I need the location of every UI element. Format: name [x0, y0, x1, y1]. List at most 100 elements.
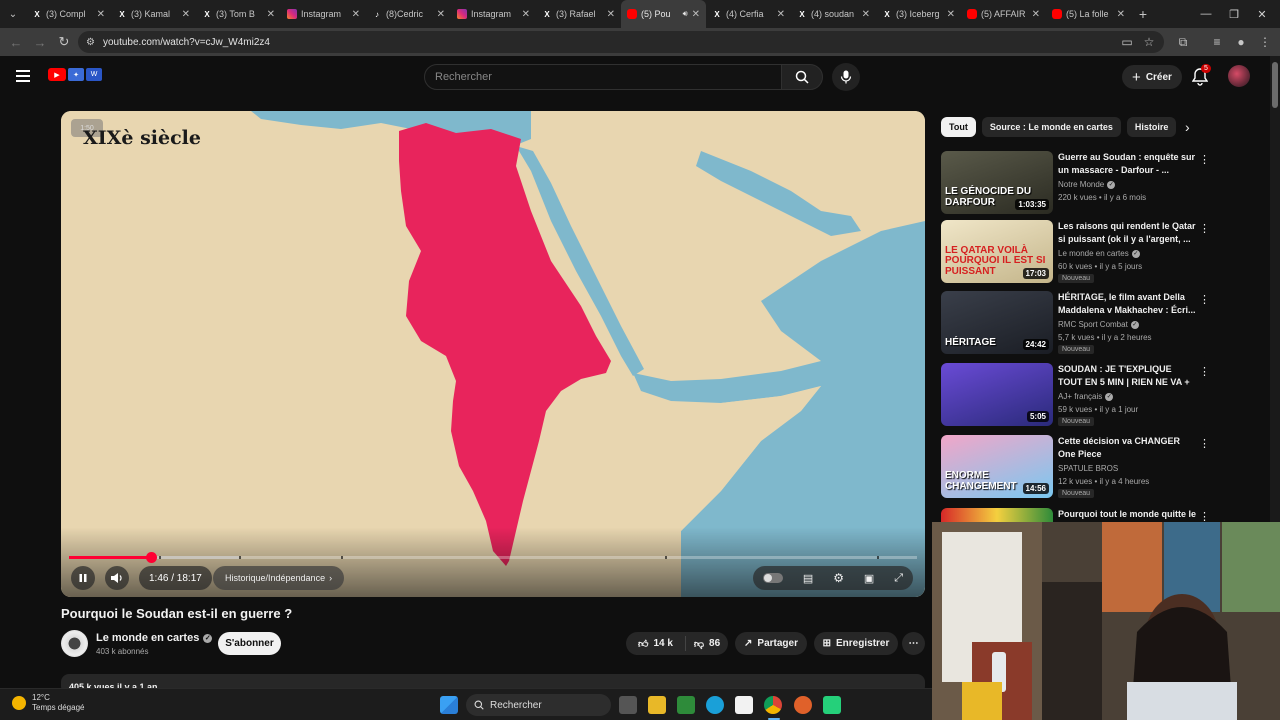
video-thumbnail[interactable]: 5:05	[941, 363, 1053, 426]
settings-gear-icon[interactable]: ⚙	[833, 571, 844, 585]
filter-chip[interactable]: Source : Le monde en cartes	[981, 117, 1121, 137]
menu-icon[interactable]	[16, 70, 30, 85]
windows-start-icon[interactable]	[440, 696, 458, 714]
chevron-right-icon[interactable]: ›	[1185, 119, 1190, 135]
scrubber-handle[interactable]	[146, 552, 157, 563]
recommendation-item[interactable]: ENORME CHANGEMENT 14:56 Cette décision va …	[941, 435, 1211, 499]
share-button[interactable]: ↗ Partager	[735, 632, 807, 655]
close-tab-icon[interactable]: ✕	[522, 9, 530, 20]
browser-tab[interactable]: X (3) Iceberg ✕	[876, 0, 961, 28]
theater-mode-icon[interactable]: ▣	[864, 572, 874, 585]
close-tab-icon[interactable]: ✕	[777, 9, 785, 20]
like-button[interactable]: 👍︎ 14 k	[626, 636, 686, 651]
weather-widget[interactable]: 12°C Temps dégagé	[12, 693, 84, 714]
subtitles-icon[interactable]: ▤	[803, 572, 813, 585]
close-tab-icon[interactable]: ✕	[947, 9, 955, 20]
edge-icon[interactable]	[706, 696, 724, 714]
task-view-icon[interactable]	[619, 696, 637, 714]
more-vertical-icon[interactable]: ⋮	[1199, 222, 1210, 235]
recommendation-item[interactable]: LE QATAR VOILÀ POURQUOI IL EST SI PUISSA…	[941, 220, 1211, 284]
subscribe-button[interactable]: S'abonner	[218, 632, 281, 655]
volume-button[interactable]	[105, 566, 129, 590]
close-tab-icon[interactable]: ✕	[437, 9, 445, 20]
pause-button[interactable]	[71, 566, 95, 590]
close-tab-icon[interactable]: ✕	[267, 9, 275, 20]
close-tab-icon[interactable]: ✕	[862, 9, 870, 20]
reload-icon[interactable]: ↻	[52, 30, 76, 54]
recommendation-title[interactable]: HÉRITAGE, le film avant Della Maddalena …	[1058, 291, 1196, 317]
browser-tab[interactable]: Instagram ✕	[281, 0, 366, 28]
profile-icon[interactable]: ●	[1230, 28, 1252, 56]
forward-icon[interactable]: →	[28, 30, 52, 54]
browser-tab[interactable]: X (3) Tom B ✕	[196, 0, 281, 28]
browser-tab[interactable]: (5) AFFAIR ✕	[961, 0, 1046, 28]
site-info-icon[interactable]: ⚙	[86, 37, 95, 48]
recommendation-title[interactable]: Guerre au Soudan : enquête sur un massac…	[1058, 151, 1196, 177]
chrome-icon[interactable]	[764, 696, 782, 714]
recommendation-channel-row[interactable]: Le monde en cartes ✓	[1058, 249, 1140, 258]
filter-chip[interactable]: Tout	[941, 117, 976, 137]
cast-icon[interactable]: ▭	[1116, 28, 1138, 56]
browser-tab[interactable]: X (3) Compl ✕	[26, 0, 111, 28]
store-icon[interactable]	[735, 696, 753, 714]
close-tab-icon[interactable]: ✕	[1117, 9, 1125, 20]
more-vertical-icon[interactable]: ⋮	[1199, 293, 1210, 306]
close-window-icon[interactable]: ✕	[1246, 0, 1278, 28]
notifications-button[interactable]: 5	[1191, 64, 1211, 86]
more-actions-button[interactable]: ⋯	[902, 632, 925, 655]
page-scrollbar[interactable]	[1270, 56, 1280, 522]
recommendation-channel-row[interactable]: AJ+ français ✓	[1058, 392, 1114, 401]
close-tab-icon[interactable]: ✕	[607, 9, 615, 20]
more-vertical-icon[interactable]: ⋮	[1199, 437, 1210, 450]
browser-tab[interactable]: ♪ (8)Cedric ✕	[366, 0, 451, 28]
more-vertical-icon[interactable]: ⋮	[1199, 153, 1210, 166]
save-button[interactable]: ⊞ Enregistrer	[814, 632, 898, 655]
recommendation-item[interactable]: LE GÉNOCIDE DU DARFOUR 1:03:35 Guerre au S…	[941, 151, 1211, 215]
filter-chip[interactable]: Histoire	[1126, 117, 1177, 137]
autoplay-toggle[interactable]	[762, 573, 783, 583]
tab-search-button[interactable]: ⌄	[0, 0, 26, 28]
browser-tab[interactable]: (5) La folle ✕	[1046, 0, 1131, 28]
firefox-icon[interactable]	[794, 696, 812, 714]
recommendation-channel-row[interactable]: RMC Sport Combat ✓	[1058, 320, 1139, 329]
video-thumbnail[interactable]: HÉRITAGE 24:42	[941, 291, 1053, 354]
more-vertical-icon[interactable]: ⋮	[1199, 365, 1210, 378]
taskbar-search[interactable]: Rechercher	[466, 694, 611, 716]
voice-search-button[interactable]	[832, 63, 860, 91]
extensions-icon[interactable]: ⧉	[1172, 28, 1194, 56]
nvidia-icon[interactable]	[677, 696, 695, 714]
url-field[interactable]: ⚙ youtube.com/watch?v=cJw_W4mi2z4	[78, 31, 1164, 53]
recommendation-title[interactable]: SOUDAN : JE T'EXPLIQUE TOUT EN 5 MIN | R…	[1058, 363, 1196, 389]
create-button[interactable]: + Créer	[1122, 65, 1182, 89]
search-button[interactable]	[781, 64, 823, 90]
recommendation-channel-row[interactable]: Notre Monde ✓	[1058, 180, 1116, 189]
chapter-button[interactable]: Historique/Indépendance ›	[213, 566, 345, 590]
browser-tab[interactable]: (5) Pou 🔊︎ ✕	[621, 0, 706, 28]
tab-audio-icon[interactable]: 🔊︎	[683, 9, 688, 19]
video-thumbnail[interactable]: LE QATAR VOILÀ POURQUOI IL EST SI PUISSA…	[941, 220, 1053, 283]
browser-menu-icon[interactable]: ⋮	[1254, 28, 1276, 56]
channel-name-row[interactable]: Le monde en cartes ✓	[96, 632, 213, 644]
browser-tab[interactable]: X (4) soudan ✕	[791, 0, 876, 28]
browser-tab[interactable]: X (3) Rafael ✕	[536, 0, 621, 28]
app-icon[interactable]	[823, 696, 841, 714]
fullscreen-icon[interactable]: ⤢	[894, 572, 903, 585]
reading-list-icon[interactable]: ≡	[1206, 28, 1228, 56]
browser-tab[interactable]: Instagram ✕	[451, 0, 536, 28]
progress-bar[interactable]	[69, 552, 917, 563]
dislike-button[interactable]: 👎︎ 86	[686, 638, 728, 650]
channel-avatar[interactable]	[61, 630, 88, 657]
file-explorer-icon[interactable]	[648, 696, 666, 714]
recommendation-title[interactable]: Cette décision va CHANGER One Piece	[1058, 435, 1196, 461]
close-tab-icon[interactable]: ✕	[1032, 9, 1040, 20]
account-avatar[interactable]	[1228, 65, 1250, 87]
video-thumbnail[interactable]: LE GÉNOCIDE DU DARFOUR 1:03:35	[941, 151, 1053, 214]
scrollbar-thumb[interactable]	[1272, 62, 1278, 108]
recommendation-title[interactable]: Les raisons qui rendent le Qatar si puis…	[1058, 220, 1196, 246]
recommendation-item[interactable]: 5:05 SOUDAN : JE T'EXPLIQUE TOUT EN 5 MIN…	[941, 363, 1211, 427]
close-tab-icon[interactable]: ✕	[182, 9, 190, 20]
recommendation-item[interactable]: HÉRITAGE 24:42 HÉRITAGE, le film avant Del…	[941, 291, 1211, 355]
close-tab-icon[interactable]: ✕	[352, 9, 360, 20]
new-tab-button[interactable]: +	[1131, 6, 1155, 22]
bookmark-star-icon[interactable]: ☆	[1138, 28, 1160, 56]
